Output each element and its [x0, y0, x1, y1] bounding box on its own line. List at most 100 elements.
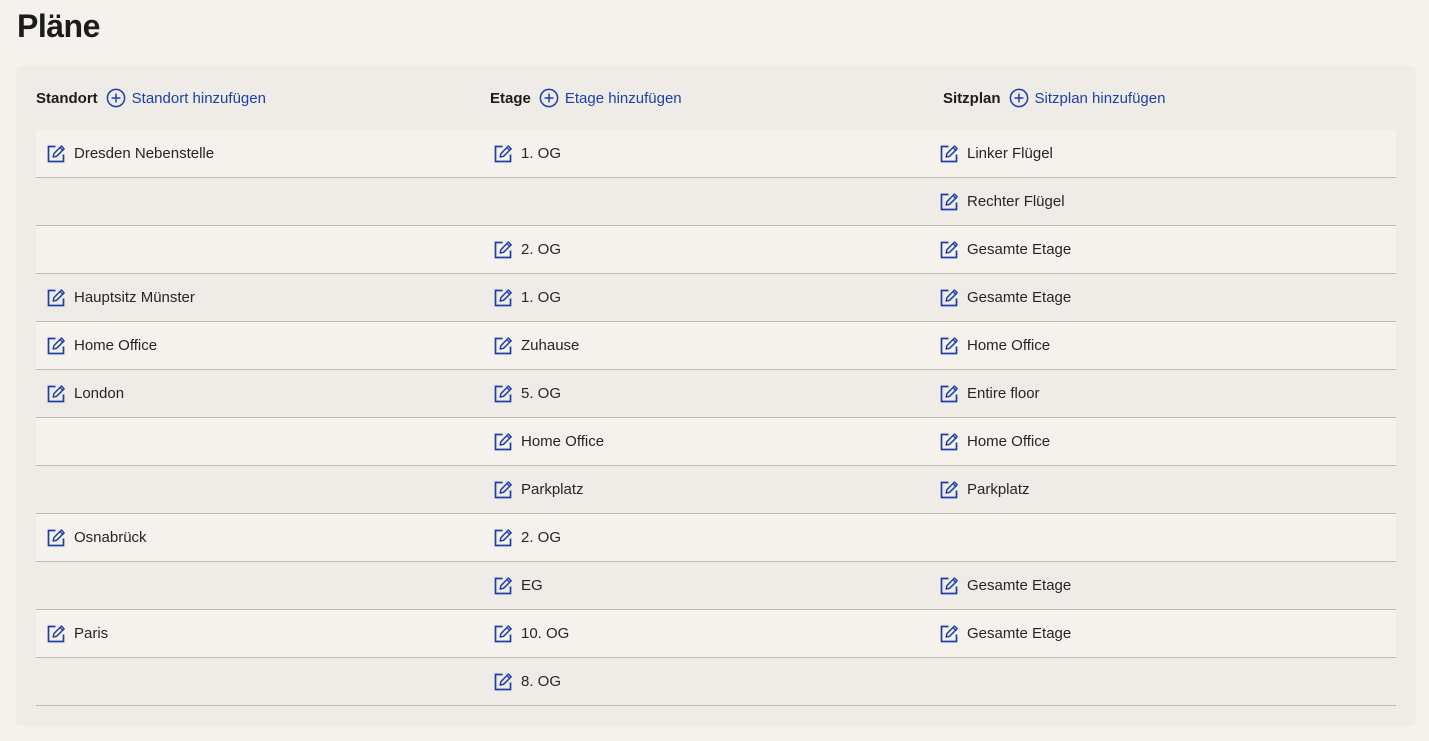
column-header-standort: Standort Standort hinzufügen: [36, 86, 266, 110]
cell-standort: Dresden Nebenstelle: [45, 130, 214, 177]
edit-etage-icon[interactable]: [492, 383, 514, 405]
cell-etage: Home Office: [492, 418, 604, 465]
table-row: Paris 10. OG Gesamte Etage: [36, 610, 1396, 658]
edit-sitzplan-icon[interactable]: [938, 287, 960, 309]
table-row: London 5. OG Entire floor: [36, 370, 1396, 418]
column-header-sitzplan: Sitzplan Sitzplan hinzufügen: [943, 86, 1165, 110]
cell-standort: Paris: [45, 610, 108, 657]
cell-etage: EG: [492, 562, 543, 609]
sitzplan-value: Entire floor: [967, 385, 1040, 402]
edit-etage-icon[interactable]: [492, 575, 514, 597]
edit-standort-icon[interactable]: [45, 287, 67, 309]
etage-value: 8. OG: [521, 673, 562, 690]
table-row: Dresden Nebenstelle 1. OG Linker Flügel: [36, 130, 1396, 178]
edit-sitzplan-icon[interactable]: [938, 623, 960, 645]
add-sitzplan-label: Sitzplan hinzufügen: [1034, 89, 1166, 107]
cell-etage: Parkplatz: [492, 466, 584, 513]
edit-etage-icon[interactable]: [492, 335, 514, 357]
etage-value: 2. OG: [521, 241, 562, 258]
table-row: Home Office Home Office: [36, 418, 1396, 466]
plus-circle-icon: [106, 88, 126, 108]
plans-panel: Standort Standort hinzufügen Etage Etage…: [16, 66, 1416, 726]
sitzplan-value: Parkplatz: [967, 481, 1030, 498]
edit-sitzplan-icon[interactable]: [938, 143, 960, 165]
table-row: Rechter Flügel: [36, 178, 1396, 226]
sitzplan-value: Gesamte Etage: [967, 577, 1072, 594]
table-row: Osnabrück 2. OG: [36, 514, 1396, 562]
table-row: 2. OG Gesamte Etage: [36, 226, 1396, 274]
edit-etage-icon[interactable]: [492, 479, 514, 501]
edit-sitzplan-icon[interactable]: [938, 191, 960, 213]
add-sitzplan-button[interactable]: Sitzplan hinzufügen: [1009, 88, 1166, 108]
edit-sitzplan-icon[interactable]: [938, 239, 960, 261]
table-row: Parkplatz Parkplatz: [36, 466, 1396, 514]
edit-sitzplan-icon[interactable]: [938, 431, 960, 453]
cell-etage: 1. OG: [492, 130, 561, 177]
edit-etage-icon[interactable]: [492, 671, 514, 693]
page-title: Pläne: [17, 8, 100, 44]
table-row: EG Gesamte Etage: [36, 562, 1396, 610]
edit-etage-icon[interactable]: [492, 143, 514, 165]
table-header: Standort Standort hinzufügen Etage Etage…: [36, 86, 1396, 110]
table-row: Hauptsitz Münster 1. OG Gesamte Etage: [36, 274, 1396, 322]
cell-etage: 2. OG: [492, 514, 561, 561]
sitzplan-value: Gesamte Etage: [967, 241, 1072, 258]
edit-standort-icon[interactable]: [45, 623, 67, 645]
column-label-etage: Etage: [490, 89, 531, 107]
cell-standort: London: [45, 370, 124, 417]
plans-table-body: Dresden Nebenstelle 1. OG Linker Flügel …: [36, 130, 1396, 706]
standort-value: Osnabrück: [74, 529, 147, 546]
standort-value: Dresden Nebenstelle: [74, 145, 215, 162]
table-row: 8. OG: [36, 658, 1396, 706]
edit-etage-icon[interactable]: [492, 239, 514, 261]
cell-etage: 8. OG: [492, 658, 561, 705]
etage-value: 1. OG: [521, 289, 562, 306]
sitzplan-value: Gesamte Etage: [967, 289, 1072, 306]
plus-circle-icon: [539, 88, 559, 108]
etage-value: 2. OG: [521, 529, 562, 546]
edit-etage-icon[interactable]: [492, 431, 514, 453]
cell-etage: 10. OG: [492, 610, 569, 657]
etage-value: Home Office: [521, 433, 605, 450]
edit-standort-icon[interactable]: [45, 143, 67, 165]
etage-value: Zuhause: [521, 337, 580, 354]
edit-etage-icon[interactable]: [492, 527, 514, 549]
add-standort-button[interactable]: Standort hinzufügen: [106, 88, 266, 108]
edit-sitzplan-icon[interactable]: [938, 479, 960, 501]
cell-sitzplan: Gesamte Etage: [938, 226, 1071, 273]
standort-value: Paris: [74, 625, 109, 642]
cell-standort: Hauptsitz Münster: [45, 274, 195, 321]
cell-sitzplan: Gesamte Etage: [938, 562, 1071, 609]
add-etage-button[interactable]: Etage hinzufügen: [539, 88, 682, 108]
standort-value: Home Office: [74, 337, 158, 354]
sitzplan-value: Linker Flügel: [967, 145, 1053, 162]
etage-value: 5. OG: [521, 385, 562, 402]
table-row: Home Office Zuhause Home Office: [36, 322, 1396, 370]
edit-etage-icon[interactable]: [492, 623, 514, 645]
add-standort-label: Standort hinzufügen: [131, 89, 266, 107]
sitzplan-value: Rechter Flügel: [967, 193, 1065, 210]
cell-sitzplan: Linker Flügel: [938, 130, 1053, 177]
column-label-standort: Standort: [36, 89, 98, 107]
edit-etage-icon[interactable]: [492, 287, 514, 309]
edit-sitzplan-icon[interactable]: [938, 575, 960, 597]
etage-value: EG: [521, 577, 543, 594]
edit-standort-icon[interactable]: [45, 335, 67, 357]
edit-sitzplan-icon[interactable]: [938, 335, 960, 357]
column-label-sitzplan: Sitzplan: [943, 89, 1001, 107]
cell-sitzplan: Home Office: [938, 322, 1050, 369]
edit-standort-icon[interactable]: [45, 383, 67, 405]
standort-value: Hauptsitz Münster: [74, 289, 195, 306]
add-etage-label: Etage hinzufügen: [564, 89, 682, 107]
etage-value: 1. OG: [521, 145, 562, 162]
cell-standort: Home Office: [45, 322, 157, 369]
cell-sitzplan: Gesamte Etage: [938, 610, 1071, 657]
standort-value: London: [74, 385, 125, 402]
edit-sitzplan-icon[interactable]: [938, 383, 960, 405]
etage-value: Parkplatz: [521, 481, 584, 498]
cell-etage: 5. OG: [492, 370, 561, 417]
cell-etage: Zuhause: [492, 322, 579, 369]
cell-sitzplan: Gesamte Etage: [938, 274, 1071, 321]
cell-sitzplan: Rechter Flügel: [938, 178, 1065, 225]
edit-standort-icon[interactable]: [45, 527, 67, 549]
